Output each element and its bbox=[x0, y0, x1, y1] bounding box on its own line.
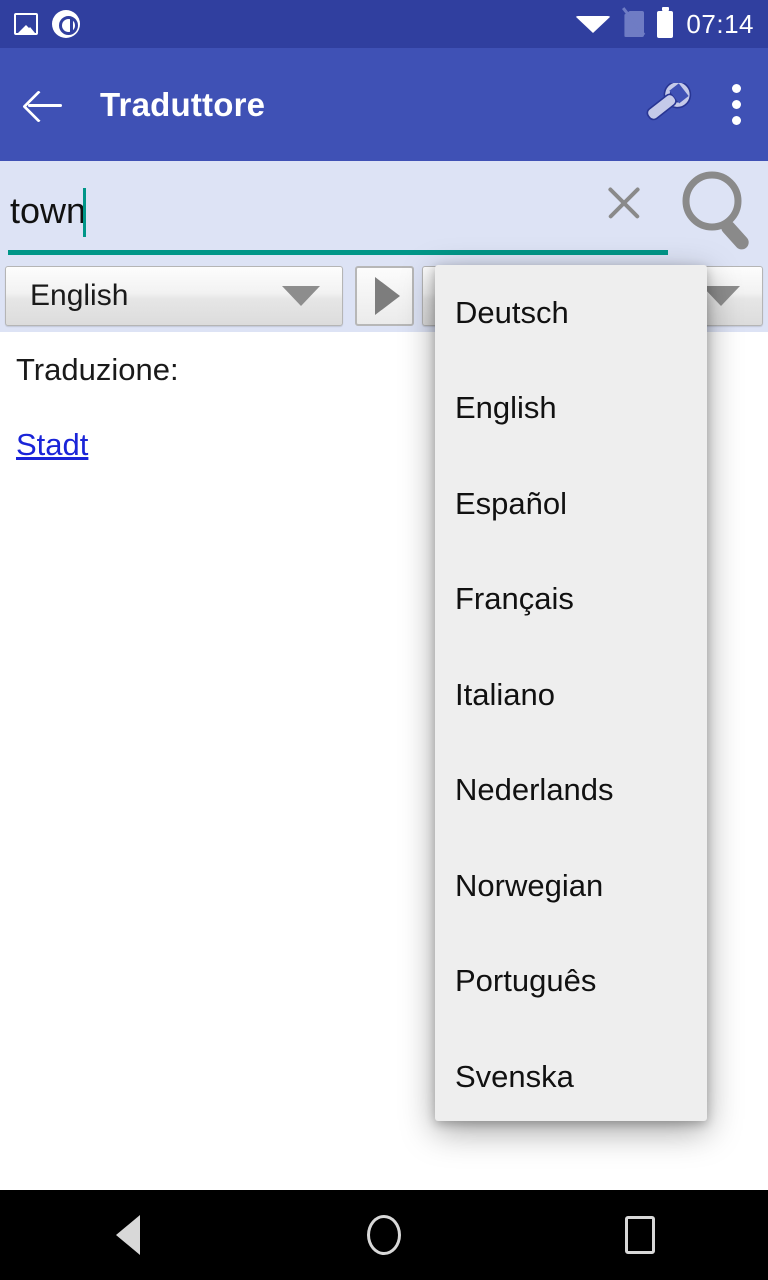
android-nav-bar bbox=[0, 1190, 768, 1280]
circle-home-icon bbox=[367, 1215, 401, 1255]
wifi-icon bbox=[575, 16, 611, 33]
source-language-label: English bbox=[30, 279, 128, 313]
back-arrow-icon[interactable] bbox=[22, 82, 68, 128]
dropdown-item-italiano[interactable]: Italiano bbox=[435, 647, 707, 743]
chevron-down-icon bbox=[702, 286, 740, 306]
dropdown-item-english[interactable]: English bbox=[435, 361, 707, 457]
dropdown-item-norwegian[interactable]: Norwegian bbox=[435, 838, 707, 934]
status-bar-clock: 07:14 bbox=[686, 9, 754, 40]
close-icon[interactable] bbox=[601, 180, 647, 226]
text-cursor bbox=[83, 188, 86, 237]
status-bar-right-icons: 07:14 bbox=[575, 9, 754, 40]
dropdown-item-svenska[interactable]: Svenska bbox=[435, 1029, 707, 1121]
dropdown-item-nederlands[interactable]: Nederlands bbox=[435, 743, 707, 839]
nav-recents-button[interactable] bbox=[580, 1190, 700, 1280]
translation-result-link[interactable]: Stadt bbox=[16, 427, 88, 463]
app-bar-actions bbox=[642, 81, 746, 129]
nav-home-button[interactable] bbox=[324, 1190, 444, 1280]
search-input[interactable] bbox=[8, 171, 668, 251]
translation-label: Traduzione: bbox=[16, 352, 179, 388]
search-row bbox=[0, 161, 768, 263]
source-language-spinner[interactable]: English bbox=[5, 266, 343, 326]
chevron-down-icon bbox=[282, 286, 320, 306]
search-icon[interactable] bbox=[676, 168, 762, 254]
play-arrow-icon bbox=[375, 277, 400, 315]
dropdown-item-deutsch[interactable]: Deutsch bbox=[435, 265, 707, 361]
dropdown-item-portugues[interactable]: Português bbox=[435, 934, 707, 1030]
search-underline bbox=[8, 250, 668, 255]
status-bar-left-icons bbox=[14, 10, 80, 38]
phone-screen: 07:14 Traduttore bbox=[0, 0, 768, 1280]
no-sim-icon bbox=[624, 11, 644, 37]
app-circle-icon bbox=[52, 10, 80, 38]
status-bar: 07:14 bbox=[0, 0, 768, 48]
page-title: Traduttore bbox=[100, 86, 265, 124]
photo-icon bbox=[14, 13, 38, 35]
dropdown-item-francais[interactable]: Français bbox=[435, 552, 707, 648]
translate-play-button[interactable] bbox=[355, 266, 414, 326]
wrench-icon[interactable] bbox=[642, 83, 696, 127]
nav-back-button[interactable] bbox=[68, 1190, 188, 1280]
triangle-back-icon bbox=[116, 1215, 140, 1255]
language-dropdown-popup[interactable]: Deutsch English Español Français Italian… bbox=[435, 265, 707, 1121]
app-bar: Traduttore bbox=[0, 48, 768, 161]
overflow-menu-icon[interactable] bbox=[730, 81, 742, 129]
battery-icon bbox=[657, 11, 673, 38]
dropdown-item-espanol[interactable]: Español bbox=[435, 456, 707, 552]
square-recents-icon bbox=[625, 1216, 655, 1254]
